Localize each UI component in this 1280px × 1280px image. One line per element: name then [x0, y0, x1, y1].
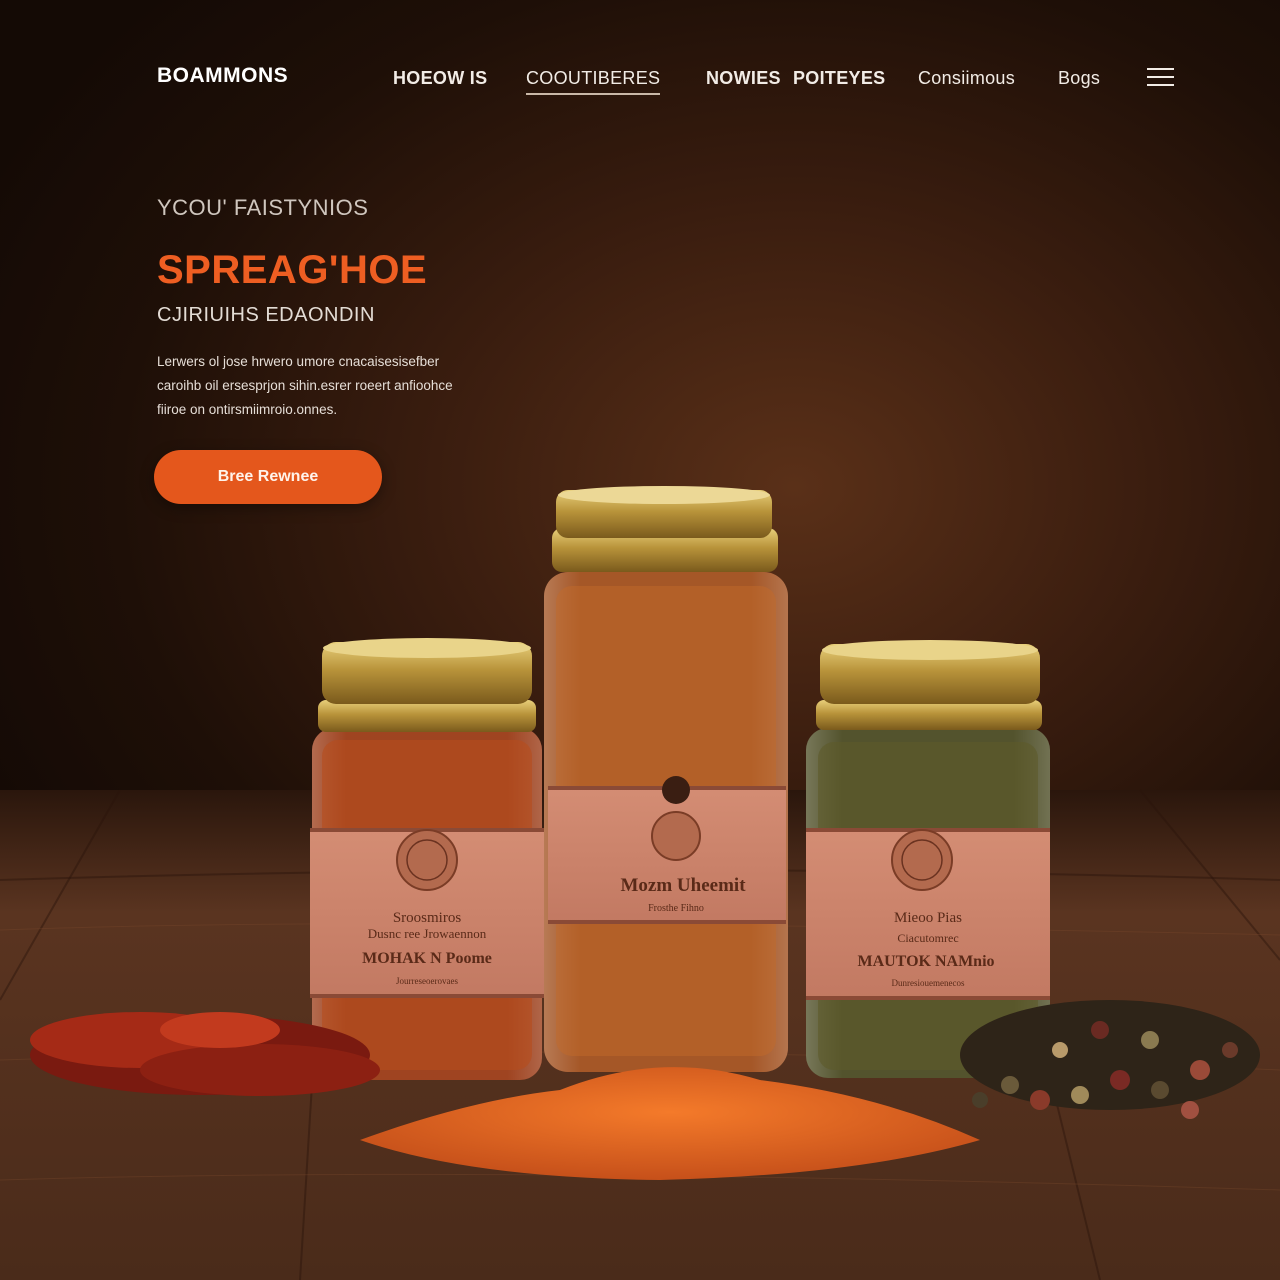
top-navigation: BOAMMONS HOEOW IS COOUTIBERES NOWIES POI… [0, 0, 1280, 160]
nav-item-3[interactable]: NOWIES [706, 68, 781, 89]
nav-item-5[interactable]: Consiimous [918, 68, 1015, 89]
hero-subhead: CJIRIUIHS EDAONDIN [157, 304, 375, 326]
hero-eyebrow: YCOU' FAISTYNIOS [157, 195, 369, 220]
cta-button[interactable]: Bree Rewnee [154, 450, 382, 504]
nav-item-1[interactable]: HOEOW IS [393, 68, 487, 89]
nav-item-4[interactable]: POITEYES [793, 68, 885, 89]
hero-description-line: fiiroe on ontirsmiimroio.onnes. [157, 402, 338, 417]
hamburger-menu-icon[interactable] [1147, 68, 1174, 88]
brand-logo[interactable]: BOAMMONS [157, 64, 288, 88]
nav-item-6[interactable]: Bogs [1058, 68, 1100, 89]
hero-product-image [0, 486, 1280, 1280]
nav-item-2[interactable]: COOUTIBERES [526, 68, 661, 95]
hero-description: Lerwers ol jose hrwero umore cnacaisesis… [157, 350, 502, 422]
jar-middle [544, 486, 788, 1072]
hero-description-line: Lerwers ol jose hrwero umore cnacaisesis… [157, 354, 440, 369]
hero-description-line: caroihb oil ersesprjon sihin.esrer roeer… [157, 378, 453, 393]
jar-right [806, 640, 1050, 1078]
jar-left [310, 638, 544, 1080]
hero-headline: SPREAG'HOE [157, 248, 428, 292]
